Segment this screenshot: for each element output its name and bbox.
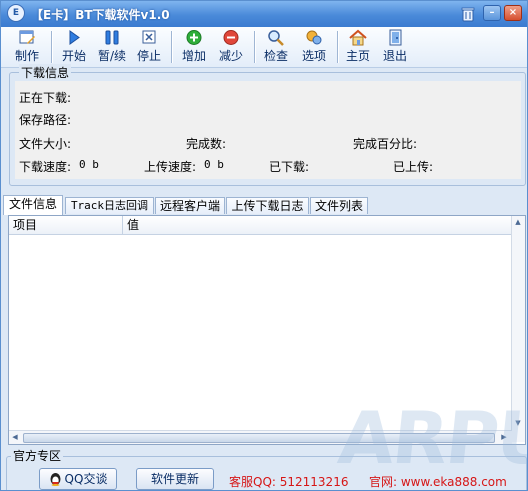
window-title: 【E卡】BT下载软件v1.0 xyxy=(31,8,170,22)
tab-track-log[interactable]: Track日志回调 xyxy=(65,197,154,214)
home-icon xyxy=(349,29,367,46)
tab-file-list[interactable]: 文件列表 xyxy=(310,197,368,214)
check-label: 检查 xyxy=(263,49,288,63)
tab-file-info[interactable]: 文件信息 xyxy=(3,195,63,215)
options-button[interactable]: 选项 xyxy=(298,29,330,65)
close-button[interactable]: × xyxy=(504,5,522,21)
download-speed-value: 0 b xyxy=(79,158,99,171)
downloaded-label: 已下载: xyxy=(269,160,310,174)
remove-label: 减少 xyxy=(218,49,243,63)
completed-count-label: 完成数: xyxy=(186,137,227,151)
qq-penguin-icon xyxy=(50,473,61,486)
download-info-panel: 正在下载: 保存路径: 文件大小: 完成数: 完成百分比: 下载速度: 0 b … xyxy=(15,81,521,179)
make-button[interactable]: 制作 xyxy=(10,29,44,65)
magnifier-icon xyxy=(268,30,284,46)
column-header-value[interactable]: 值 xyxy=(123,216,512,234)
make-icon xyxy=(19,30,35,44)
column-header-item[interactable]: 项目 xyxy=(9,216,123,234)
start-button[interactable]: 开始 xyxy=(58,29,90,65)
options-icon xyxy=(306,30,322,45)
minus-circle-icon xyxy=(223,30,239,45)
official-website-text[interactable]: 官网: www.eka888.com xyxy=(369,473,507,490)
scroll-up-arrow-icon[interactable]: ▲ xyxy=(512,216,524,228)
pause-resume-button[interactable]: 暂/续 xyxy=(94,29,130,65)
minimize-button[interactable]: – xyxy=(483,5,501,21)
exit-button[interactable]: 退出 xyxy=(380,29,410,65)
app-window: E 【E卡】BT下载软件v1.0 – × 制作 开始 暂/续 停止 增加 减少 … xyxy=(0,0,528,491)
stop-button[interactable]: 停止 xyxy=(134,29,164,65)
options-label: 选项 xyxy=(301,49,326,63)
downloading-label: 正在下载: xyxy=(19,91,72,105)
make-label: 制作 xyxy=(14,49,39,63)
list-header: 项目 值 xyxy=(9,216,512,235)
uploaded-label: 已上传: xyxy=(393,160,434,174)
play-icon xyxy=(69,30,80,45)
home-label: 主页 xyxy=(345,49,370,63)
tab-transfer-log[interactable]: 上传下载日志 xyxy=(226,197,309,214)
start-label: 开始 xyxy=(61,49,86,63)
vertical-scrollbar[interactable]: ▲ ▼ xyxy=(511,216,525,442)
official-zone-group-label: 官方专区 xyxy=(11,447,64,464)
horizontal-scrollbar[interactable]: ◀ ▶ xyxy=(9,430,512,444)
download-info-group-label: 下载信息 xyxy=(19,64,72,81)
stop-icon xyxy=(142,30,156,44)
qq-chat-button[interactable]: QQ交谈 xyxy=(39,468,117,490)
toolbar: 制作 开始 暂/续 停止 增加 减少 检查 选项 主页 退出 xyxy=(1,27,527,68)
pause-icon xyxy=(105,30,119,45)
check-button[interactable]: 检查 xyxy=(260,29,292,65)
info-list-view[interactable]: 项目 值 ▲ ▼ ◀ ▶ xyxy=(8,215,526,445)
add-label: 增加 xyxy=(181,49,206,63)
app-logo-icon: E xyxy=(7,4,25,22)
scroll-left-arrow-icon[interactable]: ◀ xyxy=(9,431,21,443)
plus-circle-icon xyxy=(186,30,202,45)
pause-resume-label: 暂/续 xyxy=(97,49,127,63)
stop-label: 停止 xyxy=(136,49,161,63)
remove-button[interactable]: 减少 xyxy=(215,29,247,65)
upload-speed-label: 上传速度: xyxy=(144,160,197,174)
qq-chat-label: QQ交谈 xyxy=(64,472,108,486)
download-speed-label: 下载速度: xyxy=(19,160,72,174)
scroll-right-arrow-icon[interactable]: ▶ xyxy=(498,431,510,443)
completed-percent-label: 完成百分比: xyxy=(353,137,418,151)
scroll-down-arrow-icon[interactable]: ▼ xyxy=(512,417,524,429)
software-update-button[interactable]: 软件更新 xyxy=(136,468,214,490)
horizontal-scroll-thumb[interactable] xyxy=(23,433,495,443)
exit-label: 退出 xyxy=(382,49,407,63)
trash-icon[interactable] xyxy=(461,6,475,22)
file-size-label: 文件大小: xyxy=(19,137,72,151)
save-path-label: 保存路径: xyxy=(19,113,72,127)
service-qq-text: 客服QQ: 512113216 xyxy=(229,475,349,489)
tab-remote-client[interactable]: 远程客户端 xyxy=(155,197,225,214)
home-button[interactable]: 主页 xyxy=(343,29,373,65)
upload-speed-value: 0 b xyxy=(204,158,224,171)
title-bar[interactable]: E 【E卡】BT下载软件v1.0 – × xyxy=(1,1,527,27)
tab-strip: 文件信息 Track日志回调 远程客户端 上传下载日志 文件列表 xyxy=(3,195,525,215)
exit-door-icon xyxy=(389,29,402,46)
add-button[interactable]: 增加 xyxy=(178,29,210,65)
